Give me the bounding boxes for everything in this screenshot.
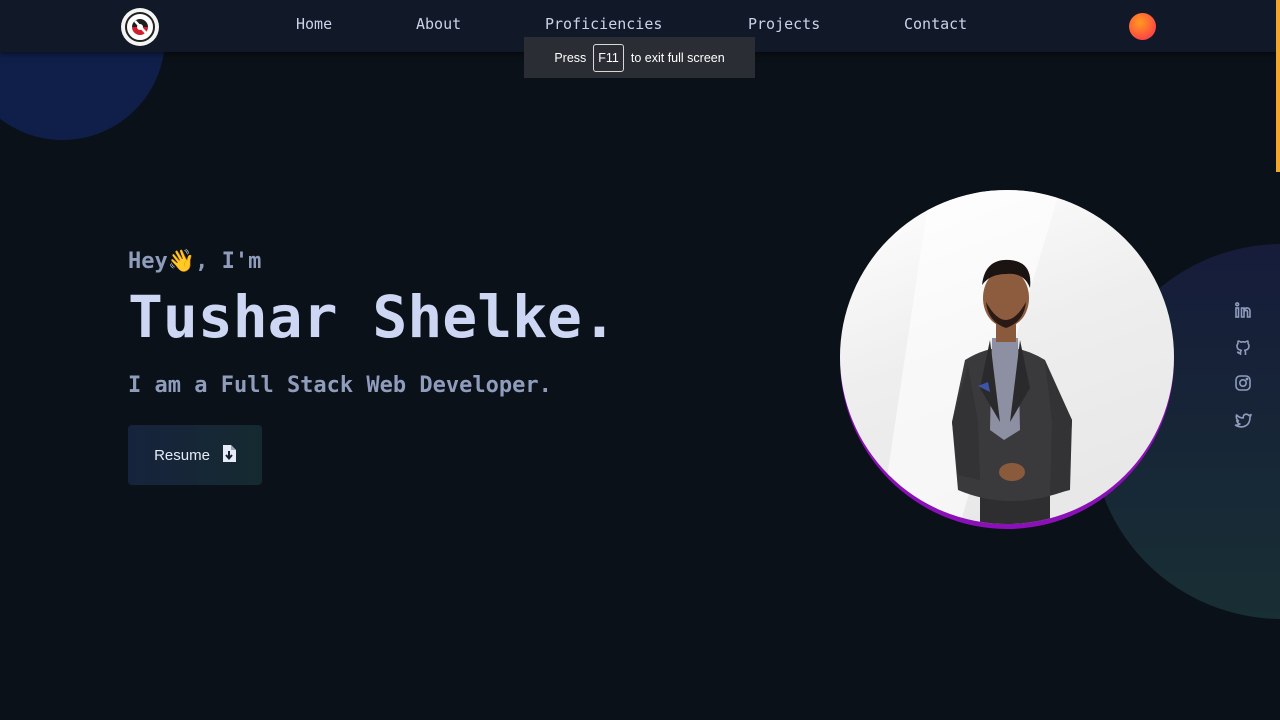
scroll-progress-bar (1276, 0, 1280, 172)
hero-name: Tushar Shelke. (128, 283, 617, 351)
theme-toggle-icon[interactable] (1129, 13, 1156, 40)
portfolio-page: Home About Proficiencies Projects Contac… (0, 0, 1280, 720)
greeting-end: , I'm (195, 249, 262, 274)
nav-link-home[interactable]: Home (296, 14, 332, 34)
github-icon[interactable] (1233, 337, 1253, 357)
nav-link-proficiencies[interactable]: Proficiencies (545, 14, 662, 34)
waving-hand-icon: 👋 (167, 249, 196, 274)
twitter-icon[interactable] (1233, 410, 1253, 430)
resume-button[interactable]: Resume (128, 425, 262, 485)
linkedin-icon[interactable] (1233, 300, 1253, 320)
hero-greeting: Hey👋, I'm (128, 248, 261, 276)
hero-role: I am a Full Stack Web Developer. (128, 373, 552, 398)
fullscreen-notice-prefix: Press (554, 50, 587, 65)
nav-link-about[interactable]: About (416, 14, 461, 34)
file-download-icon (222, 444, 236, 466)
nav-link-projects[interactable]: Projects (748, 14, 820, 34)
instagram-icon[interactable] (1233, 373, 1253, 393)
fullscreen-notice: Press F11 to exit full screen (524, 37, 755, 78)
profile-photo (840, 190, 1174, 524)
fullscreen-notice-suffix: to exit full screen (630, 50, 725, 65)
nav-link-contact[interactable]: Contact (904, 14, 967, 34)
greeting-start: Hey (128, 249, 168, 274)
fullscreen-notice-key: F11 (593, 43, 624, 72)
logo-icon[interactable] (121, 8, 159, 46)
resume-button-label: Resume (154, 446, 210, 464)
